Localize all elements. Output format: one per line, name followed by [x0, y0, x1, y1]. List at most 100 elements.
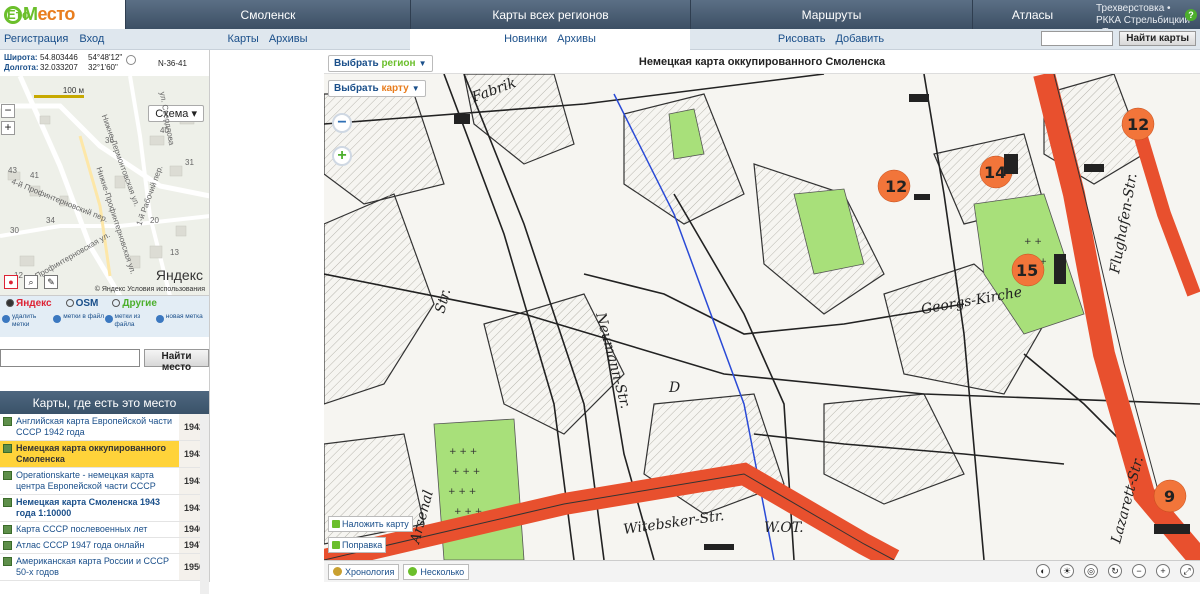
house-number: 20	[150, 216, 159, 225]
placemark-icon[interactable]: ●	[4, 275, 18, 289]
nav-atlases[interactable]: Атласы	[972, 0, 1092, 29]
contrast-icon[interactable]: ◐	[1036, 564, 1050, 578]
sub-navigation-bar: Регистрация Вход Карты Архивы Новинки Ар…	[0, 28, 1200, 50]
svg-text:+ + +: + + +	[448, 487, 476, 497]
new-marker-tool[interactable]: новая метка	[155, 313, 207, 335]
map-number-label: 14	[984, 163, 1006, 182]
overlay-map-button[interactable]: Наложить карту	[328, 516, 413, 532]
ruler-icon[interactable]: ✎	[44, 275, 58, 289]
map-icon	[2, 471, 12, 480]
draw-route-link[interactable]: Рисовать	[778, 33, 826, 45]
chevron-down-icon: ▼	[418, 59, 427, 68]
house-number: 40	[160, 126, 169, 135]
list-item[interactable]: Американская карта России и СССР 50-х го…	[0, 554, 209, 581]
map-provider-selector: Яндекс OSM Другие	[0, 296, 209, 311]
house-number: 41	[30, 171, 39, 180]
house-number: 30	[10, 226, 19, 235]
find-maps-button[interactable]: Найти карты	[1119, 31, 1196, 46]
yandex-logo: Яндекс	[155, 267, 203, 283]
rotate-icon[interactable]: ↻	[1108, 564, 1122, 578]
map-number-label: 12	[1127, 115, 1149, 134]
zoom-out-button[interactable]: −	[332, 113, 352, 133]
brightness-icon[interactable]: ☀	[1060, 564, 1074, 578]
register-link[interactable]: Регистрация	[4, 33, 68, 45]
map-icon	[2, 498, 12, 507]
provider-other[interactable]: Другие	[112, 298, 157, 309]
list-item[interactable]: Английская карта Европейской части СССР …	[0, 414, 209, 441]
list-item[interactable]: Карта СССР послевоенных лет 1946	[0, 522, 209, 538]
longitude-label: Долгота:	[4, 63, 39, 72]
export-icon	[53, 315, 62, 323]
list-item[interactable]: Немецкая карта Смоленска 1943 года 1:100…	[0, 495, 209, 522]
list-item[interactable]: Operationskarte - немецкая карта центра …	[0, 468, 209, 495]
map-text-label: W.OT.	[764, 520, 804, 536]
minimap-scale: 100 м	[34, 86, 84, 98]
longitude-dms: 32°1'60"	[88, 63, 118, 72]
new-maps-link[interactable]: Новинки	[504, 33, 547, 45]
house-number: 36	[105, 136, 114, 145]
help-icon[interactable]: ?	[1185, 9, 1197, 21]
latitude-label: Широта:	[4, 53, 38, 62]
list-item[interactable]: Атлас СССР 1947 года онлайн 1947	[0, 538, 209, 554]
maplist-scrollbar[interactable]	[200, 414, 209, 594]
house-number: 31	[185, 158, 194, 167]
nav-routes[interactable]: Маршруты	[690, 0, 972, 29]
minimap-zoom-out-button[interactable]: −	[1, 104, 15, 118]
longitude-decimal: 32.033207	[40, 63, 78, 72]
export-markers-tool[interactable]: метки в файл	[53, 313, 104, 335]
maplist-header: Карты, где есть это место	[0, 391, 209, 414]
map-number-label: 9	[1164, 487, 1175, 506]
site-logo[interactable]: Ето Место	[0, 0, 125, 29]
nav-smolensk[interactable]: Смоленск	[125, 0, 410, 29]
yandex-copyright[interactable]: © Яндекс Условия использования	[95, 286, 205, 293]
several-maps-button[interactable]: Несколько	[403, 563, 470, 580]
archives-link[interactable]: Архивы	[269, 33, 308, 45]
maps-link[interactable]: Карты	[227, 33, 258, 45]
find-place-form: Найти место	[0, 337, 209, 383]
regions-archives-link[interactable]: Архивы	[557, 33, 596, 45]
correction-button[interactable]: Поправка	[328, 537, 387, 553]
find-place-button[interactable]: Найти место	[144, 349, 209, 373]
top-navigation-bar: Ето Место Смоленск Карты всех регионов М…	[0, 0, 1200, 38]
minimap-zoom-in-button[interactable]: +	[1, 121, 15, 135]
magnifier-icon[interactable]: ⌕	[24, 275, 38, 289]
delete-markers-tool[interactable]: удалить метки	[2, 313, 53, 335]
map-sheet-code: N-36-41	[158, 59, 187, 68]
map-icon	[2, 417, 12, 426]
map-search-input[interactable]	[1041, 31, 1114, 46]
chronology-button[interactable]: Хронология	[328, 563, 400, 580]
select-region-button[interactable]: Выбрать регион ▼	[328, 55, 433, 72]
map-icon	[2, 525, 12, 534]
add-route-link[interactable]: Добавить	[835, 33, 884, 45]
opacity-icon[interactable]: ◎	[1084, 564, 1098, 578]
yandex-minimap[interactable]: 100 м − + Схема ▾ ул. Свердлова Нижне-Ле…	[0, 76, 209, 296]
clock-icon	[333, 567, 342, 576]
place-search-input[interactable]	[0, 349, 140, 367]
delete-icon	[2, 315, 10, 323]
historic-map-viewer[interactable]: + + ++ + ++ + + + + ++ + ++ ++ +	[324, 50, 1200, 582]
map-icon	[2, 541, 12, 550]
zoom-in-button[interactable]: +	[332, 146, 352, 166]
zoom-in-small-icon[interactable]: +	[1156, 564, 1170, 578]
map-title: Немецкая карта оккупированного Смоленска	[638, 56, 886, 68]
provider-osm[interactable]: OSM	[65, 298, 98, 309]
marker-tools: удалить метки метки в файл метки из файл…	[0, 311, 209, 337]
house-number: 34	[46, 216, 55, 225]
latitude-decimal: 54.803446	[40, 53, 78, 62]
compass-icon[interactable]	[126, 55, 136, 65]
import-markers-tool[interactable]: метки из файла	[104, 313, 156, 335]
login-link[interactable]: Вход	[79, 33, 104, 45]
fullscreen-icon[interactable]: ⤢	[1180, 564, 1194, 578]
nav-quick-links[interactable]: Трехверстовка • РККА Стрельбицкий • Топо	[1092, 0, 1200, 38]
map-type-select[interactable]: Схема ▾	[148, 105, 204, 122]
left-sidebar: Широта: 54.803446 54°48'12" Долгота:32.033…	[0, 50, 210, 594]
provider-yandex[interactable]: Яндекс	[6, 298, 52, 309]
zoom-out-small-icon[interactable]: −	[1132, 564, 1146, 578]
historic-map-canvas[interactable]: + + ++ + ++ + + + + ++ + ++ ++ +	[324, 74, 1200, 560]
select-map-button[interactable]: Выбрать карту ▼	[328, 80, 426, 97]
latitude-dms: 54°48'12"	[88, 53, 123, 62]
svg-text:+ + +: + + +	[449, 447, 477, 457]
list-item-active[interactable]: Немецкая карта оккупированного Смоленска…	[0, 441, 209, 468]
maplist: Английская карта Европейской части СССР …	[0, 414, 209, 594]
nav-all-regions[interactable]: Карты всех регионов	[410, 0, 690, 29]
